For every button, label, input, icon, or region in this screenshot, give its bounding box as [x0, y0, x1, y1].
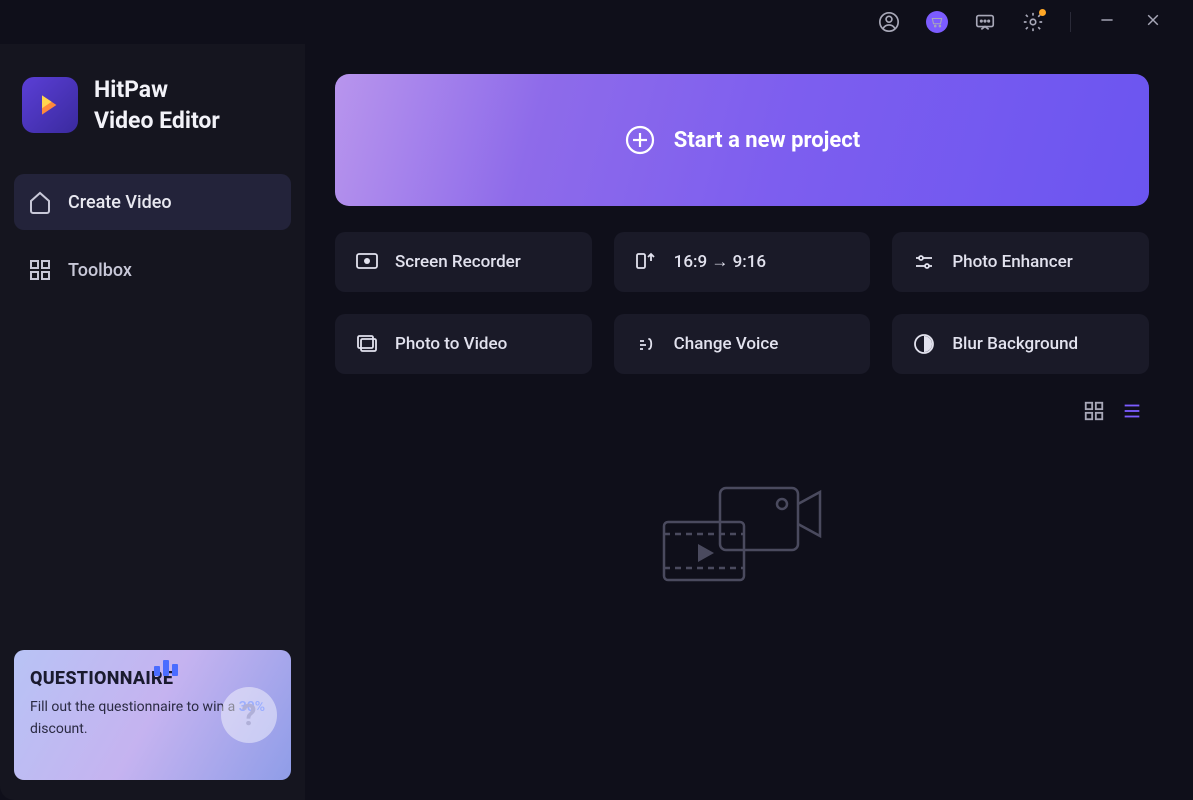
- blur-icon: [912, 332, 936, 356]
- list-view-button[interactable]: [1121, 400, 1143, 426]
- photo-video-icon: [355, 332, 379, 356]
- titlebar-divider: [1070, 12, 1071, 32]
- tool-blur-background[interactable]: Blur Background: [892, 314, 1149, 374]
- settings-icon[interactable]: [1022, 11, 1044, 33]
- tool-aspect-ratio[interactable]: 16:9 → 9:16: [614, 232, 871, 292]
- start-new-project-button[interactable]: Start a new project: [335, 74, 1149, 206]
- promo-chart-icon: [154, 660, 178, 676]
- tool-photo-enhancer[interactable]: Photo Enhancer: [892, 232, 1149, 292]
- grid-view-button[interactable]: [1083, 400, 1105, 426]
- tool-screen-recorder[interactable]: Screen Recorder: [335, 232, 592, 292]
- home-icon: [28, 190, 52, 214]
- app-title: HitPaw Video Editor: [94, 74, 220, 136]
- sidebar-item-create-video[interactable]: Create Video: [14, 174, 291, 230]
- plus-circle-icon: [624, 124, 656, 156]
- voice-icon: [634, 332, 658, 356]
- account-icon[interactable]: [878, 11, 900, 33]
- empty-projects-illustration: [335, 476, 1149, 596]
- promo-title: QUESTIONNAIRE: [30, 668, 275, 689]
- sliders-icon: [912, 250, 936, 274]
- hero-label: Start a new project: [674, 128, 860, 153]
- view-toggle: [335, 400, 1149, 426]
- brand: HitPaw Video Editor: [14, 74, 291, 136]
- aspect-ratio-icon: [634, 250, 658, 274]
- close-button[interactable]: [1143, 12, 1163, 33]
- minimize-button[interactable]: [1097, 12, 1117, 33]
- sidebar-item-label: Create Video: [68, 192, 172, 213]
- feedback-icon[interactable]: [974, 11, 996, 33]
- sidebar: HitPaw Video Editor Create Video Toolbox…: [0, 44, 305, 800]
- cart-icon[interactable]: [926, 11, 948, 33]
- tool-grid: Screen Recorder 16:9 → 9:16 Photo Enhanc…: [335, 232, 1149, 374]
- grid-icon: [28, 258, 52, 282]
- tool-change-voice[interactable]: Change Voice: [614, 314, 871, 374]
- tool-photo-to-video[interactable]: Photo to Video: [335, 314, 592, 374]
- main-content: Start a new project Screen Recorder 16:9…: [305, 44, 1193, 800]
- sidebar-item-toolbox[interactable]: Toolbox: [14, 242, 291, 298]
- app-logo-icon: [22, 77, 78, 133]
- question-icon: ?: [221, 687, 277, 743]
- sidebar-item-label: Toolbox: [68, 260, 132, 281]
- promo-banner[interactable]: QUESTIONNAIRE Fill out the questionnaire…: [14, 650, 291, 780]
- screen-recorder-icon: [355, 250, 379, 274]
- titlebar: [0, 0, 1193, 44]
